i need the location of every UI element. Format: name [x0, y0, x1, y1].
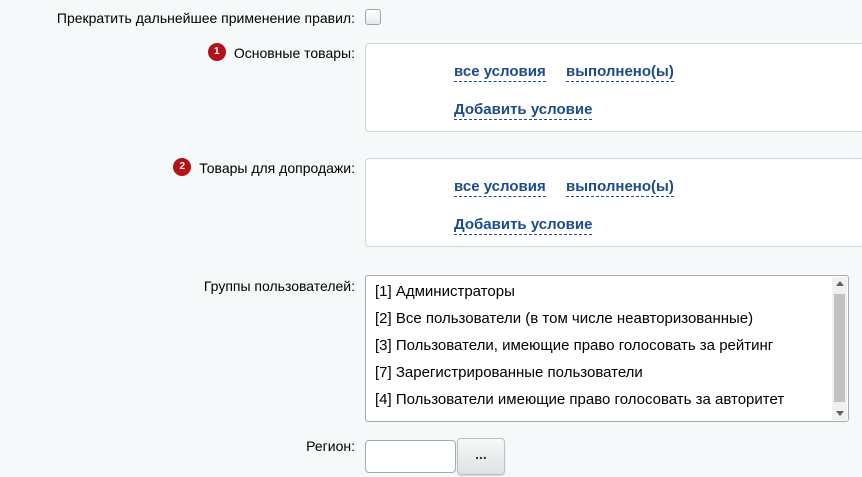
upsell-goods-label-row: 2 Товары для допродажи: — [173, 158, 355, 178]
scroll-thumb[interactable] — [834, 294, 845, 402]
scroll-down-arrow-icon[interactable] — [836, 411, 844, 416]
user-group-option[interactable]: [4] Пользователи имеющие право голосоват… — [375, 392, 848, 408]
region-label: Регион: — [306, 438, 355, 454]
user-groups-label: Группы пользователей: — [203, 278, 355, 294]
upsell-goods-conditions-box: все условия выполнено(ы) Добавить услови… — [365, 158, 862, 247]
stop-rules-checkbox[interactable] — [365, 9, 381, 25]
scroll-up-arrow-icon[interactable] — [836, 281, 844, 286]
upsell-goods-fulfilled-link[interactable]: выполнено(ы) — [566, 178, 674, 197]
region-select-button[interactable]: ... — [457, 438, 505, 475]
main-goods-all-conditions-link[interactable]: все условия — [454, 63, 546, 82]
user-group-option[interactable]: [7] Зарегистрированные пользователи — [375, 365, 848, 381]
upsell-goods-label: Товары для допродажи: — [199, 160, 355, 176]
user-group-option[interactable]: [1] Администраторы — [375, 284, 848, 300]
user-group-option[interactable]: [2] Все пользователи (в том числе неавто… — [375, 311, 848, 327]
user-groups-listbox[interactable]: [1] Администраторы [2] Все пользователи … — [365, 275, 849, 422]
main-goods-conditions-box: все условия выполнено(ы) Добавить услови… — [365, 43, 862, 132]
upsell-goods-all-conditions-link[interactable]: все условия — [454, 178, 546, 197]
user-groups-scrollbar[interactable] — [832, 277, 847, 420]
main-goods-badge: 1 — [207, 43, 226, 62]
user-groups-options: [1] Администраторы [2] Все пользователи … — [366, 276, 848, 408]
main-goods-label-row: 1 Основные товары: — [207, 43, 355, 63]
stop-rules-label: Прекратить дальнейшее применение правил: — [56, 10, 355, 26]
upsell-goods-add-condition-link[interactable]: Добавить условие — [454, 216, 593, 235]
main-goods-label: Основные товары: — [233, 45, 355, 61]
main-goods-add-condition-link[interactable]: Добавить условие — [454, 101, 593, 120]
region-input[interactable] — [365, 440, 456, 473]
main-goods-fulfilled-link[interactable]: выполнено(ы) — [566, 63, 674, 82]
user-group-option[interactable]: [3] Пользователи, имеющие право голосова… — [375, 338, 848, 354]
upsell-goods-badge: 2 — [173, 158, 192, 177]
